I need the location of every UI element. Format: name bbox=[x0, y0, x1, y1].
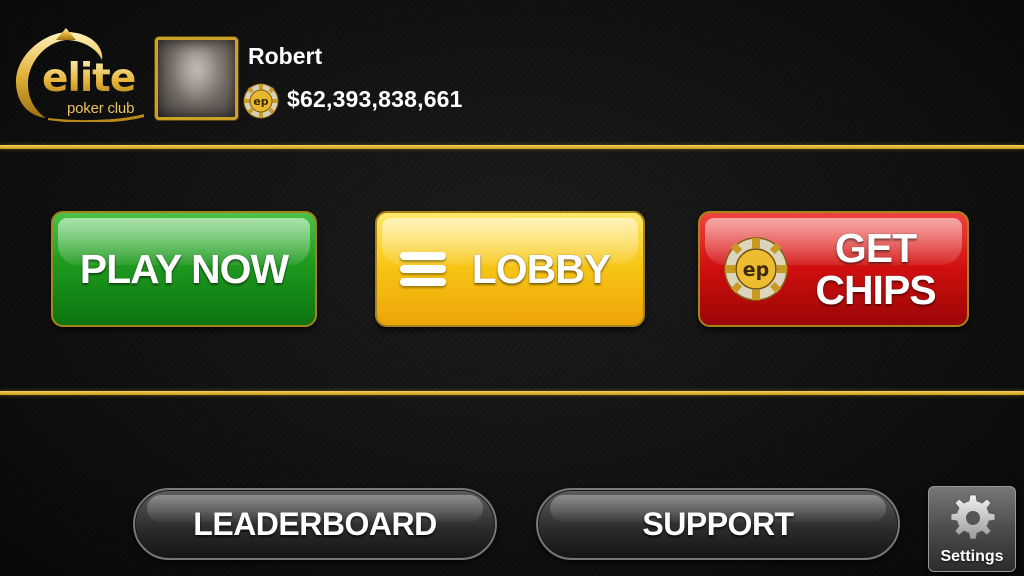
svg-text:ep: ep bbox=[743, 259, 770, 281]
poker-chip-icon: ep bbox=[243, 83, 279, 119]
leaderboard-label: LEADERBOARD bbox=[193, 505, 437, 542]
lobby-button[interactable]: LOBBY bbox=[375, 211, 645, 327]
chip-balance: $62,393,838,661 bbox=[287, 86, 463, 112]
svg-text:ep: ep bbox=[253, 95, 268, 108]
hamburger-icon bbox=[399, 252, 446, 286]
player-avatar[interactable] bbox=[155, 37, 238, 120]
get-chips-button[interactable]: ep GET CHIPS bbox=[698, 211, 969, 327]
play-now-label: PLAY NOW bbox=[79, 246, 289, 292]
gear-icon bbox=[950, 494, 996, 540]
lobby-label: LOBBY bbox=[471, 246, 611, 292]
get-chips-label-line1: GET bbox=[834, 225, 917, 271]
get-chips-label-line2: CHIPS bbox=[815, 267, 936, 313]
leaderboard-button[interactable]: LEADERBOARD bbox=[133, 488, 497, 560]
support-label: SUPPORT bbox=[642, 505, 794, 542]
settings-label: Settings bbox=[940, 548, 1004, 565]
play-now-button[interactable]: PLAY NOW bbox=[51, 211, 317, 327]
support-button[interactable]: SUPPORT bbox=[536, 488, 900, 560]
elite-poker-club-logo: elite poker club bbox=[12, 26, 148, 123]
gold-divider-middle bbox=[0, 391, 1024, 395]
header: elite poker club Robert ep $62,393,838,6… bbox=[0, 0, 1024, 146]
logo-wordmark: elite bbox=[42, 56, 136, 101]
settings-button[interactable]: Settings bbox=[928, 486, 1016, 572]
gold-divider-top bbox=[0, 145, 1024, 149]
poker-chip-icon: ep bbox=[724, 237, 789, 301]
logo-tagline: poker club bbox=[67, 100, 135, 117]
player-name: Robert bbox=[248, 43, 323, 69]
